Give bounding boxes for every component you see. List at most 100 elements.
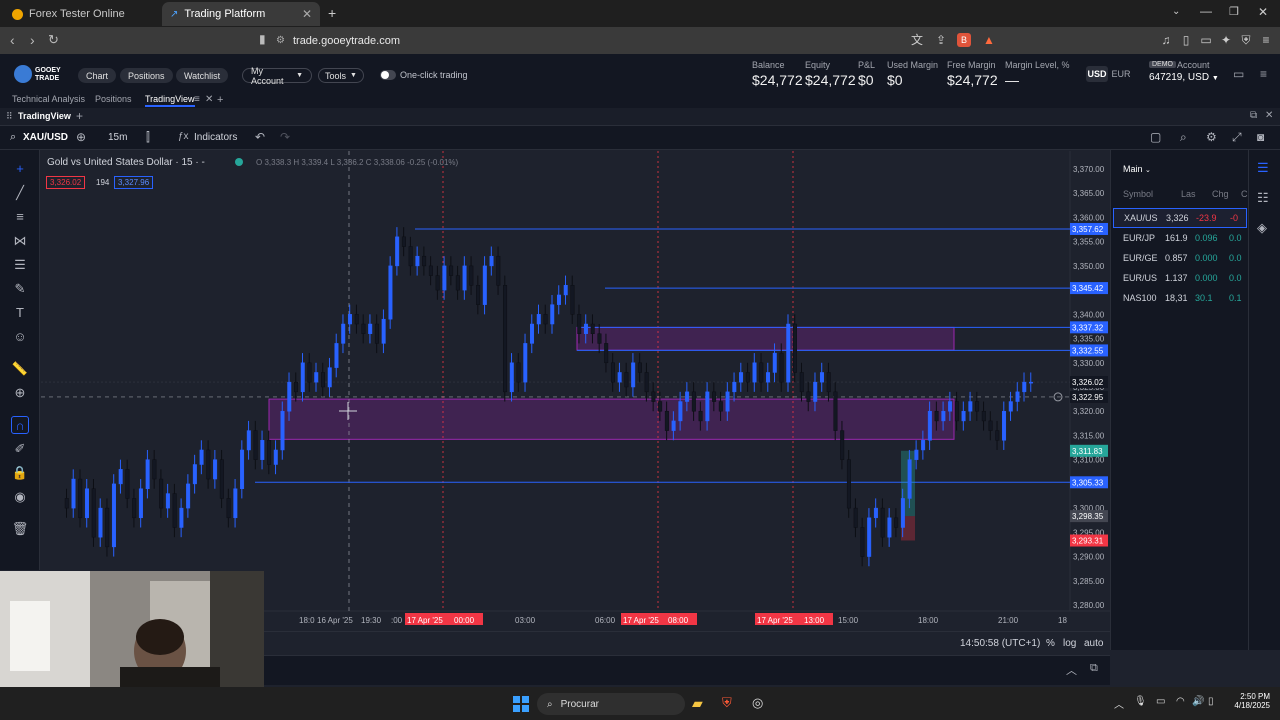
windows-start-icon[interactable] bbox=[513, 696, 529, 712]
tab-search-icon[interactable]: ⌄ bbox=[1172, 6, 1180, 17]
collapse-up-icon[interactable]: ︿ bbox=[1066, 662, 1077, 678]
tab-forex-tester[interactable]: Forex Tester Online bbox=[4, 2, 159, 26]
maximize-icon[interactable]: ❐ bbox=[1229, 5, 1239, 18]
app-icon[interactable]: ◎ bbox=[752, 695, 763, 711]
symbol-search-icon[interactable]: ⌕ bbox=[10, 131, 16, 144]
text-tool-icon[interactable]: T bbox=[11, 304, 29, 322]
watchlist-icon[interactable]: ☰ bbox=[1257, 160, 1269, 176]
brave-rewards-icon[interactable]: ▲ bbox=[982, 33, 996, 47]
power-icon[interactable]: ▯ bbox=[1208, 696, 1214, 707]
new-tab-icon[interactable]: + bbox=[328, 5, 336, 21]
symbol-button[interactable]: XAU/USD bbox=[23, 132, 68, 143]
tools-dropdown[interactable]: Tools ▼ bbox=[318, 68, 364, 83]
log-scale-toggle[interactable]: log bbox=[1063, 638, 1076, 649]
eye-icon[interactable]: ◉ bbox=[11, 488, 29, 506]
buy-price-button[interactable]: 3,327.96 bbox=[114, 176, 154, 189]
emoji-icon[interactable]: ☺ bbox=[11, 328, 29, 346]
hamburger-menu-icon[interactable]: ≡ bbox=[1260, 67, 1267, 81]
tab-positions[interactable]: Positions bbox=[95, 94, 132, 104]
translate-icon[interactable]: 文 bbox=[910, 33, 924, 47]
sidebar-icon[interactable]: ▯ bbox=[1179, 33, 1193, 47]
brush-icon[interactable]: ✎ bbox=[11, 280, 29, 298]
share-icon[interactable]: ⇪ bbox=[934, 33, 948, 47]
ruler-icon[interactable]: 📏 bbox=[11, 360, 29, 378]
file-explorer-icon[interactable]: ▰ bbox=[692, 695, 703, 712]
back-icon[interactable]: ‹ bbox=[10, 32, 15, 48]
reload-icon[interactable]: ↻ bbox=[48, 32, 59, 48]
candles-style-icon[interactable]: ⫿ bbox=[146, 130, 150, 145]
quick-search-icon[interactable]: ⌕ bbox=[1180, 130, 1187, 145]
tab-tradingview[interactable]: TradingView bbox=[145, 94, 195, 107]
chart-button[interactable]: Chart bbox=[78, 68, 117, 83]
settings-gear-icon[interactable]: ⚙ bbox=[1206, 130, 1217, 144]
tray-chevron-icon[interactable]: ︿ bbox=[1114, 696, 1124, 711]
watchlist-selector[interactable]: Main ⌄ bbox=[1123, 164, 1151, 174]
trash-icon[interactable]: 🗑 bbox=[11, 520, 29, 538]
crosshair-icon[interactable]: + bbox=[11, 160, 29, 178]
fullscreen-icon[interactable]: ⤢ bbox=[1232, 130, 1242, 145]
price-chart[interactable]: 3,370.00 3,365.00 3,360.00 3,355.00 3,350.00… bbox=[41, 151, 1110, 631]
watchlist-row[interactable]: XAU/US 3,326 -23.9 -0 bbox=[1113, 208, 1247, 228]
site-info-icon[interactable]: ⚙ bbox=[276, 35, 285, 46]
zoom-icon[interactable]: ⊕ bbox=[11, 384, 29, 402]
details-icon[interactable]: ☷ bbox=[1257, 190, 1269, 206]
positions-button[interactable]: Positions bbox=[120, 68, 173, 83]
bookmark-icon[interactable]: ▮ bbox=[259, 32, 266, 46]
pattern-icon[interactable]: ⋈ bbox=[11, 232, 29, 250]
watchlist-button[interactable]: Watchlist bbox=[176, 68, 229, 83]
tab-trading-platform[interactable]: ↗ Trading Platform ✕ bbox=[162, 2, 320, 26]
magnet-icon[interactable]: ∩ bbox=[11, 416, 29, 434]
tab-close-icon[interactable]: ✕ bbox=[205, 94, 213, 105]
forward-icon[interactable]: › bbox=[30, 32, 35, 48]
minimize-icon[interactable]: — bbox=[1200, 4, 1212, 18]
watchlist-row[interactable]: EUR/JP 161.9 0.096 0.0 bbox=[1113, 228, 1247, 248]
watchlist-row[interactable]: NAS100 18,31 30.1 0.1 bbox=[1113, 288, 1247, 308]
battery-icon[interactable]: ▭ bbox=[1156, 696, 1165, 707]
trend-line-icon[interactable]: ╱ bbox=[11, 184, 29, 202]
eur-toggle[interactable]: EUR bbox=[1110, 66, 1132, 82]
fullscreen-frame-icon[interactable]: ▢ bbox=[1150, 130, 1161, 144]
my-account-dropdown[interactable]: My Account ▼ bbox=[242, 66, 312, 86]
media-icon[interactable]: ♫ bbox=[1159, 33, 1173, 47]
lock-drawing-icon[interactable]: ✐ bbox=[11, 440, 29, 458]
add-panel-icon[interactable]: + bbox=[76, 109, 83, 123]
tab-technical-analysis[interactable]: Technical Analysis bbox=[12, 94, 85, 104]
layout-icon[interactable]: ▭ bbox=[1233, 67, 1244, 81]
fib-icon[interactable]: ☰ bbox=[11, 256, 29, 274]
vpn-icon[interactable]: ⛨ bbox=[1239, 33, 1253, 47]
leo-icon[interactable]: ✦ bbox=[1219, 33, 1233, 47]
chart-canvas[interactable]: 3,370.00 3,365.00 3,360.00 3,355.00 3,350.00… bbox=[41, 151, 1110, 631]
horizontal-lines-icon[interactable]: ≡ bbox=[11, 208, 29, 226]
undo-icon[interactable]: ↶ bbox=[255, 130, 265, 144]
volume-icon[interactable]: 🔊 bbox=[1192, 696, 1204, 707]
wallet-icon[interactable]: ▭ bbox=[1199, 33, 1213, 47]
brave-shield-icon[interactable]: B bbox=[957, 33, 971, 47]
taskbar-clock[interactable]: 2:50 PM 4/18/2025 bbox=[1226, 692, 1270, 710]
close-tab-icon[interactable]: ✕ bbox=[302, 7, 312, 21]
url-bar[interactable]: ⚙ trade.gooeytrade.com bbox=[276, 30, 896, 51]
interval-button[interactable]: 15m bbox=[108, 132, 127, 143]
maximize-panel-icon[interactable]: ⧉ bbox=[1090, 662, 1098, 675]
watchlist-row[interactable]: EUR/GE 0.857 0.000 0.0 bbox=[1113, 248, 1247, 268]
drag-handle-icon[interactable]: ⠿ bbox=[6, 111, 13, 122]
compare-add-icon[interactable]: ⊕ bbox=[76, 130, 86, 144]
taskbar-search[interactable]: ⌕ Procurar bbox=[537, 693, 685, 715]
redo-icon[interactable]: ↷ bbox=[280, 130, 290, 144]
account-selector[interactable]: 647219, USD ▼ bbox=[1149, 72, 1219, 83]
menu-icon[interactable]: ≡ bbox=[1259, 33, 1273, 47]
indicators-button[interactable]: Indicators bbox=[194, 132, 237, 143]
close-panel-icon[interactable]: ✕ bbox=[1265, 110, 1273, 121]
tab-menu-icon[interactable]: ≡ bbox=[194, 94, 200, 105]
auto-scale-toggle[interactable]: auto bbox=[1084, 638, 1103, 649]
lock-icon[interactable]: 🔒 bbox=[11, 464, 29, 482]
popout-icon[interactable]: ⧉ bbox=[1250, 110, 1257, 121]
usd-toggle[interactable]: USD bbox=[1086, 66, 1108, 82]
layers-icon[interactable]: ◈ bbox=[1257, 220, 1267, 236]
wifi-icon[interactable]: ◠ bbox=[1176, 696, 1185, 707]
sell-price-button[interactable]: 3,326.02 bbox=[46, 176, 86, 189]
snapshot-camera-icon[interactable]: ◙ bbox=[1257, 130, 1264, 144]
watchlist-row[interactable]: EUR/US 1.137 0.000 0.0 bbox=[1113, 268, 1247, 288]
one-click-toggle[interactable] bbox=[380, 70, 396, 80]
close-window-icon[interactable]: ✕ bbox=[1258, 5, 1268, 19]
mic-icon[interactable]: 🎙 bbox=[1134, 696, 1147, 707]
